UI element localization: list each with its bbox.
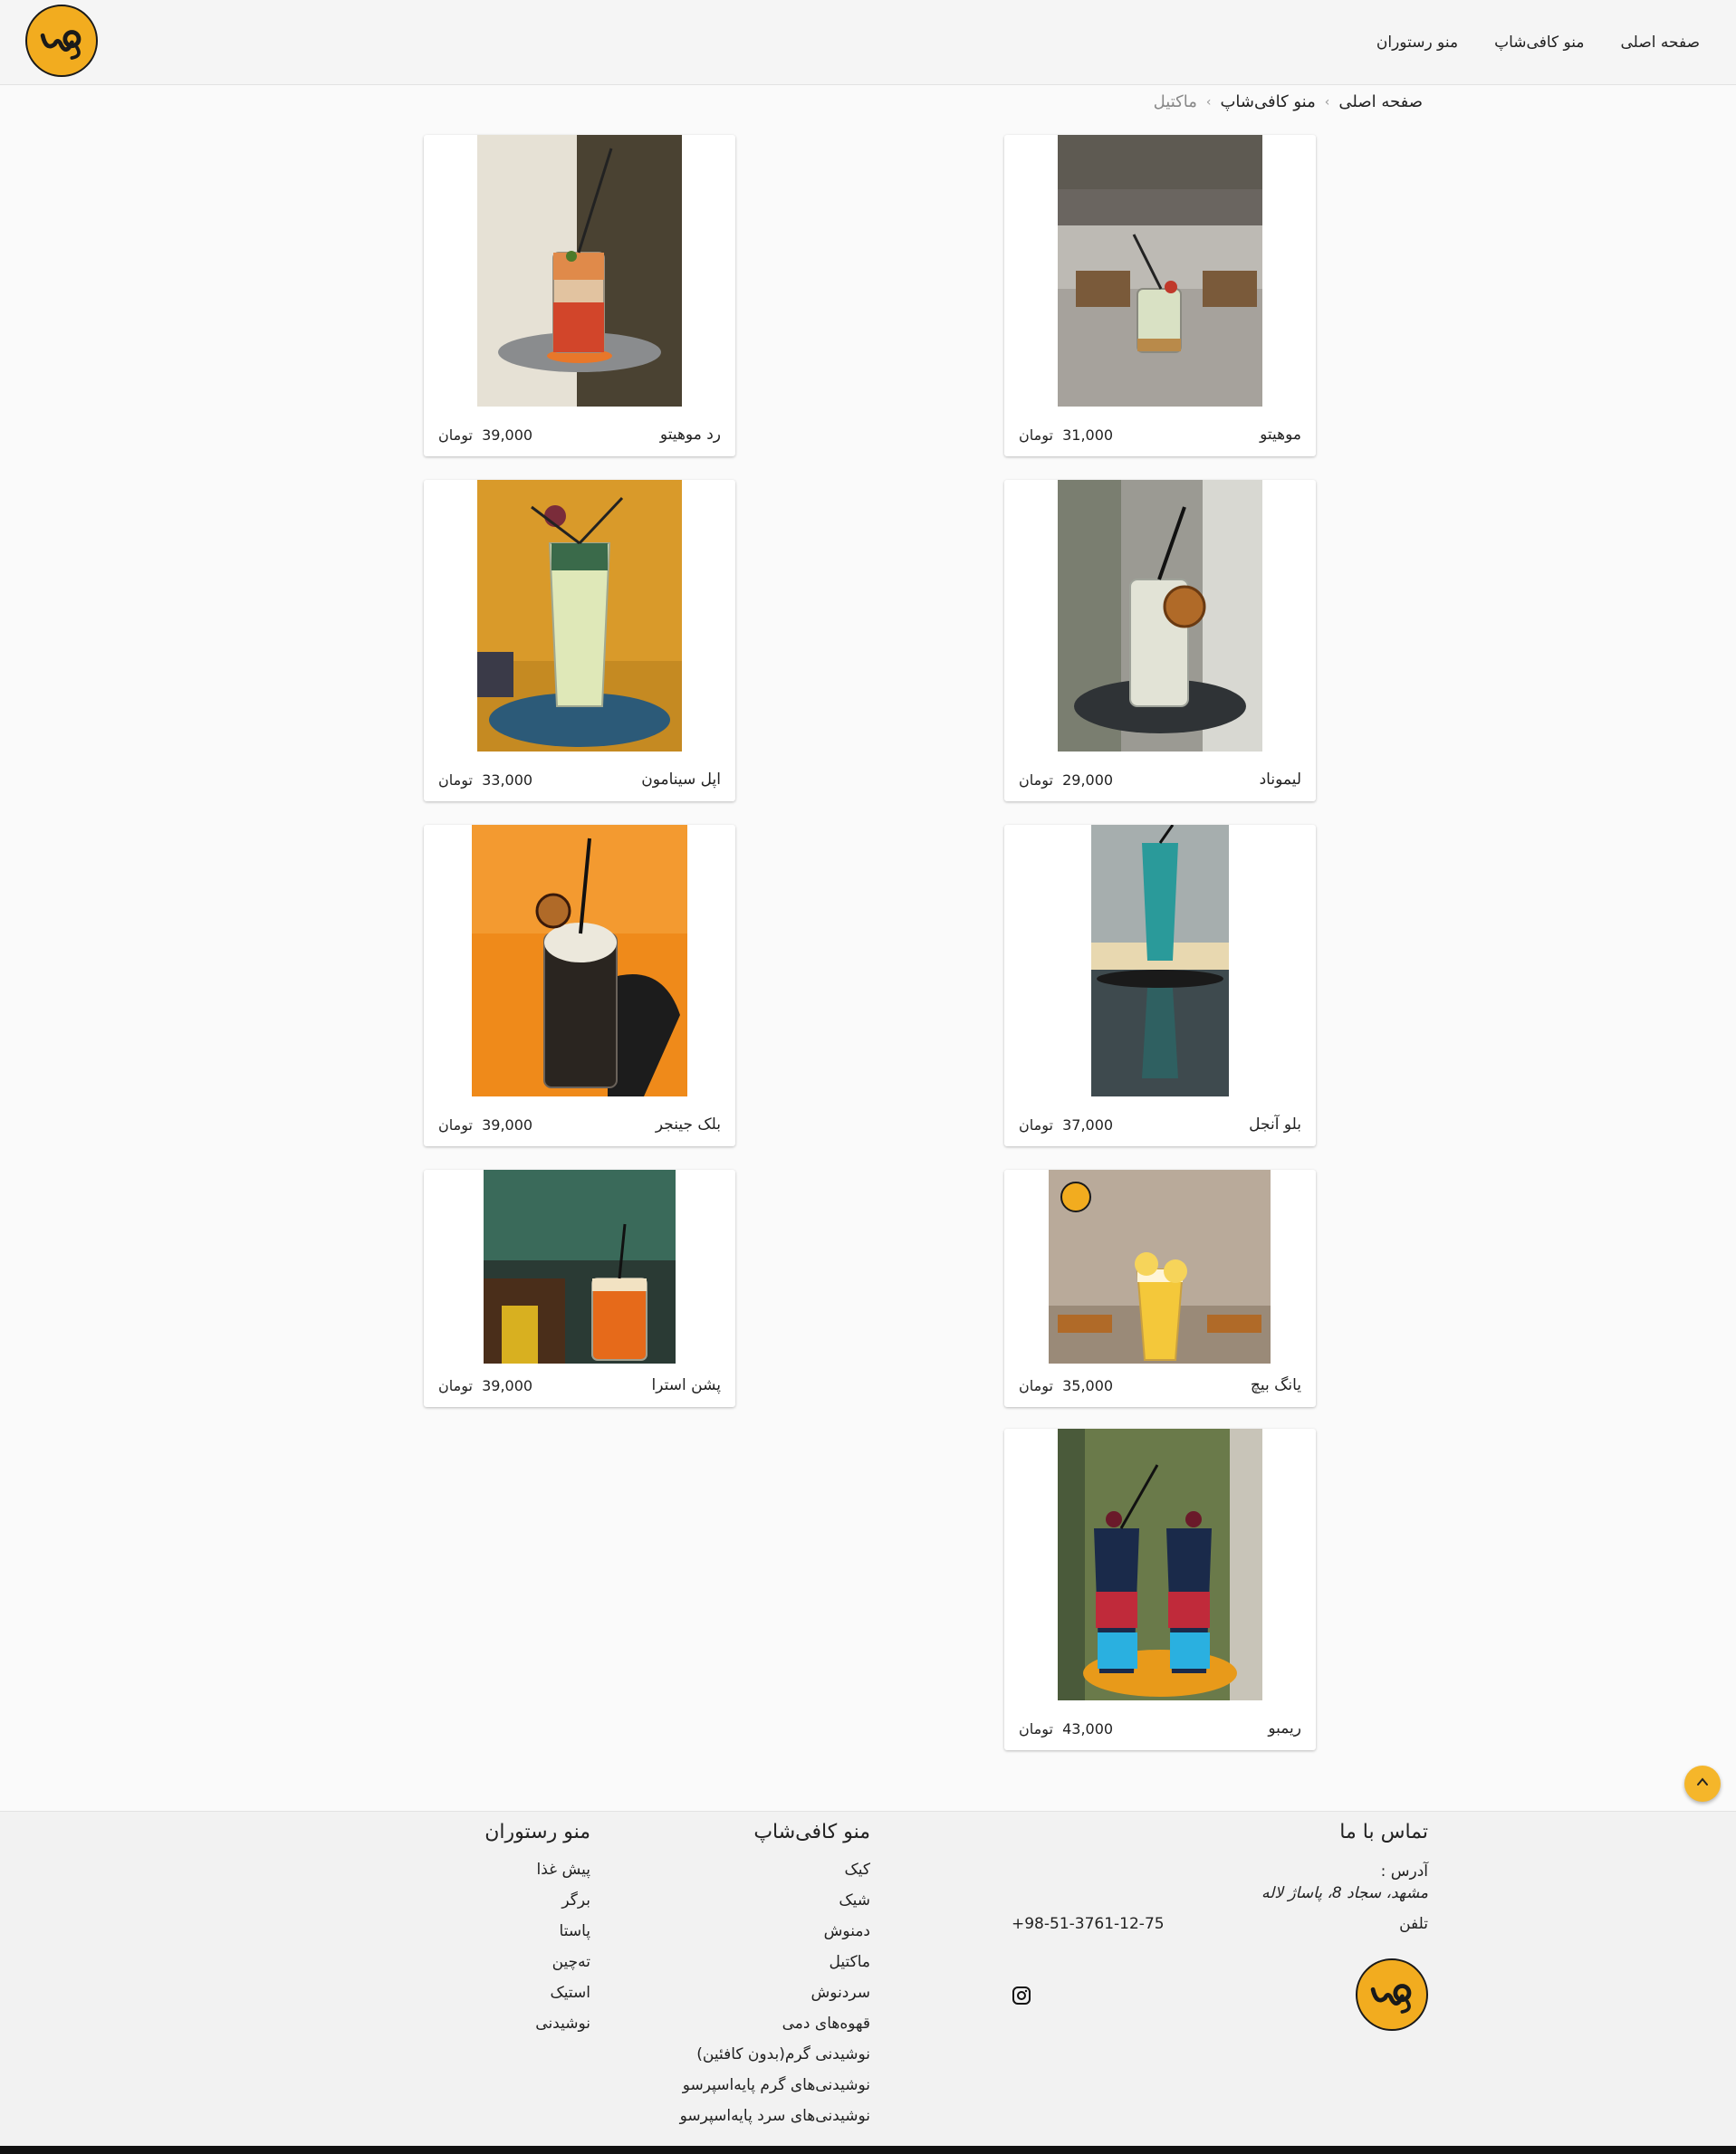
product-image — [1058, 1429, 1262, 1700]
product-card[interactable]: یانگ بیچ 35,000 تومان — [1004, 1170, 1316, 1407]
nav-restaurant-menu[interactable]: منو رستوران — [1376, 34, 1458, 52]
footer-contact: تماس با ما آدرس : مشهد، سجاد 8، پاساژ لا… — [1012, 1821, 1428, 2031]
footer-link-brew-coffee[interactable]: قهوه‌های دمی — [782, 2008, 870, 2039]
product-name: یانگ بیچ — [1250, 1376, 1301, 1394]
footer-restaurant-menu-title: منو رستوران — [484, 1821, 590, 1843]
product-name: پشن استرا — [651, 1376, 721, 1394]
product-meta: اپل سینامون 33,000 تومان — [438, 771, 721, 789]
nav-home[interactable]: صفحه اصلی — [1621, 34, 1700, 52]
instagram-icon[interactable] — [1012, 1986, 1031, 2006]
bottom-bar — [0, 2146, 1736, 2154]
phone-number[interactable]: +98-51-3761-12-75 — [1012, 1915, 1165, 1933]
footer-link-hot-espresso[interactable]: نوشیدنی‌های گرم پایه‌اسپرسو — [683, 2070, 870, 2101]
product-name: لیموناد — [1259, 771, 1301, 789]
product-meta: بلو آنجل 37,000 تومان — [1019, 1115, 1301, 1134]
footer-link-herbal-tea[interactable]: دمنوش — [824, 1916, 870, 1947]
breadcrumb-cafe-menu[interactable]: منو کافی‌شاپ — [1220, 92, 1315, 111]
product-image — [484, 1170, 676, 1364]
product-card[interactable]: رد موهیتو 39,000 تومان — [424, 135, 735, 456]
product-price: 39,000 تومان — [438, 1115, 533, 1134]
product-image — [1091, 825, 1229, 1096]
breadcrumb-separator: › — [1324, 94, 1330, 110]
product-image — [472, 825, 687, 1096]
product-price: 33,000 تومان — [438, 771, 533, 789]
breadcrumb-home[interactable]: صفحه اصلی — [1338, 92, 1423, 111]
address-text: مشهد، سجاد 8، پاساژ لاله — [1261, 1884, 1428, 1902]
footer-link-pasta[interactable]: پاستا — [560, 1916, 590, 1947]
footer-cafe-menu: منو کافی‌شاپ کیک شیک دمنوش ماکتیل سردنوش… — [680, 1821, 870, 2131]
product-price: 39,000 تومان — [438, 1376, 533, 1394]
footer-logo — [1356, 1958, 1428, 2031]
product-card[interactable]: لیموناد 29,000 تومان — [1004, 480, 1316, 801]
product-name: بلو آنجل — [1249, 1115, 1301, 1134]
product-name: موهیتو — [1260, 426, 1301, 444]
product-card[interactable]: بلو آنجل 37,000 تومان — [1004, 825, 1316, 1146]
product-card[interactable]: اپل سینامون 33,000 تومان — [424, 480, 735, 801]
footer-link-tahchin[interactable]: ته‌چین — [552, 1947, 590, 1977]
footer-link-steak[interactable]: استیک — [551, 1977, 590, 2008]
product-price: 37,000 تومان — [1019, 1115, 1114, 1134]
footer-link-appetizer[interactable]: پیش غذا — [537, 1854, 590, 1885]
breadcrumb-current: ماکتیل — [1153, 92, 1197, 111]
footer-link-mocktail[interactable]: ماکتیل — [829, 1947, 870, 1977]
footer-contact-title: تماس با ما — [1339, 1821, 1428, 1843]
footer-link-shake[interactable]: شیک — [839, 1885, 870, 1916]
brand-logo[interactable] — [25, 5, 98, 77]
breadcrumb: صفحه اصلی › منو کافی‌شاپ › ماکتیل — [1154, 92, 1423, 111]
footer-link-cake[interactable]: کیک — [845, 1854, 870, 1885]
main-nav: صفحه اصلی منو کافی‌شاپ منو رستوران — [1376, 0, 1700, 85]
product-card[interactable]: موهیتو 31,000 تومان — [1004, 135, 1316, 456]
product-meta: بلک جینجر 39,000 تومان — [438, 1115, 721, 1134]
product-meta: پشن استرا 39,000 تومان — [438, 1376, 721, 1394]
scroll-to-top-button[interactable] — [1684, 1766, 1721, 1802]
product-price: 29,000 تومان — [1019, 771, 1114, 789]
site-footer: تماس با ما آدرس : مشهد، سجاد 8، پاساژ لا… — [0, 1811, 1736, 2146]
chevron-up-icon — [1695, 1775, 1710, 1793]
nav-cafe-menu[interactable]: منو کافی‌شاپ — [1494, 34, 1584, 52]
footer-link-burger[interactable]: برگر — [561, 1885, 590, 1916]
product-price: 35,000 تومان — [1019, 1376, 1114, 1394]
product-name: رد موهیتو — [659, 426, 721, 444]
product-meta: لیموناد 29,000 تومان — [1019, 771, 1301, 789]
product-name: ریمبو — [1268, 1719, 1301, 1738]
breadcrumb-separator: › — [1205, 94, 1212, 110]
product-card[interactable]: ریمبو 43,000 تومان — [1004, 1429, 1316, 1750]
product-meta: ریمبو 43,000 تومان — [1019, 1719, 1301, 1738]
product-meta: موهیتو 31,000 تومان — [1019, 426, 1301, 444]
product-price: 43,000 تومان — [1019, 1719, 1114, 1738]
product-image — [1058, 480, 1262, 752]
product-card[interactable]: بلک جینجر 39,000 تومان — [424, 825, 735, 1146]
product-image — [1049, 1170, 1271, 1364]
product-name: اپل سینامون — [641, 771, 721, 789]
product-image — [1058, 135, 1262, 407]
product-image — [477, 480, 682, 752]
site-header: صفحه اصلی منو کافی‌شاپ منو رستوران — [0, 0, 1736, 85]
product-meta: رد موهیتو 39,000 تومان — [438, 426, 721, 444]
product-card[interactable]: پشن استرا 39,000 تومان — [424, 1170, 735, 1407]
phone-label: تلفن — [1399, 1915, 1428, 1933]
footer-restaurant-menu: منو رستوران پیش غذا برگر پاستا ته‌چین اس… — [484, 1821, 590, 2039]
product-meta: یانگ بیچ 35,000 تومان — [1019, 1376, 1301, 1394]
footer-link-cold-drink[interactable]: سردنوش — [811, 1977, 870, 2008]
footer-link-hot-decaf[interactable]: نوشیدنی گرم(بدون کافئین) — [696, 2039, 870, 2070]
footer-link-cold-espresso[interactable]: نوشیدنی‌های سرد پایه‌اسپرسو — [680, 2101, 870, 2131]
product-price: 31,000 تومان — [1019, 426, 1114, 444]
product-price: 39,000 تومان — [438, 426, 533, 444]
product-image — [477, 135, 682, 407]
footer-link-beverage[interactable]: نوشیدنی — [535, 2008, 590, 2039]
product-name: بلک جینجر — [655, 1115, 721, 1134]
footer-cafe-menu-title: منو کافی‌شاپ — [753, 1821, 870, 1843]
address-label: آدرس : — [1380, 1862, 1428, 1881]
